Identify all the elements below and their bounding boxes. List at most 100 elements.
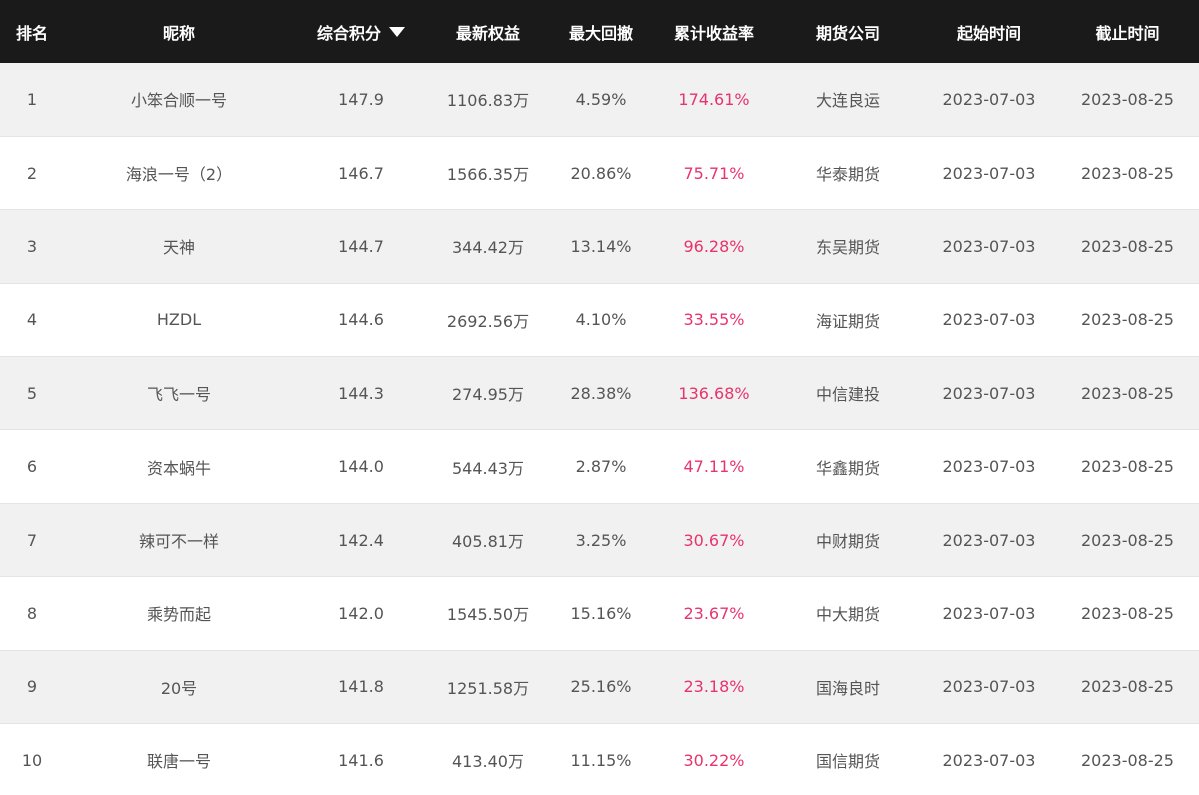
cell-score: 147.9	[294, 63, 428, 137]
header-score-label: 综合积分	[316, 23, 381, 43]
table-row[interactable]: 4 HZDL 144.6 2692.56万 4.10% 33.55% 海证期货 2023-07…	[0, 283, 1199, 358]
cell-nickname: 资本蜗牛	[64, 429, 294, 504]
table-row[interactable]: 7 辣可不一样 142.4 405.81万 3.25% 30.67% 中财期货 2023-07…	[0, 503, 1199, 578]
cell-nickname: 乘势而起	[64, 576, 294, 651]
cell-nickname: 20号	[64, 650, 294, 725]
header-nickname: 昵称	[162, 23, 195, 43]
chevron-down-icon[interactable]	[389, 27, 405, 37]
cell-drawdown: 15.16%	[548, 576, 654, 651]
table-row[interactable]: 10 联唐一号 141.6 413.40万 11.15% 30.22% 国信期货 2023-0…	[0, 723, 1199, 795]
cell-start-date: 2023-07-03	[922, 209, 1056, 284]
cell-rank: 5	[0, 356, 64, 431]
cell-company: 中财期货	[774, 503, 922, 578]
cell-start-date: 2023-07-03	[922, 576, 1056, 651]
cell-equity: 2692.56万	[428, 283, 548, 358]
cell-equity: 1106.83万	[428, 63, 548, 137]
header-equity: 最新权益	[455, 23, 520, 43]
cell-score: 144.7	[294, 209, 428, 284]
cell-end-date: 2023-08-25	[1056, 650, 1199, 725]
cell-end-date: 2023-08-25	[1056, 723, 1199, 795]
cell-score: 144.6	[294, 283, 428, 358]
cell-rank: 7	[0, 503, 64, 578]
cell-company: 国信期货	[774, 723, 922, 795]
cell-company: 中信建投	[774, 356, 922, 431]
cell-company: 华鑫期货	[774, 429, 922, 504]
cell-return-rate: 96.28%	[654, 209, 774, 284]
table-row[interactable]: 5 飞飞一号 144.3 274.95万 28.38% 136.68% 中信建投 2023-0…	[0, 356, 1199, 431]
cell-company: 华泰期货	[774, 136, 922, 211]
table-row[interactable]: 1 小笨合顺一号 147.9 1106.83万 4.59% 174.61% 大连良运 2023…	[0, 63, 1199, 137]
cell-return-rate: 33.55%	[654, 283, 774, 358]
cell-company: 国海良时	[774, 650, 922, 725]
table-body: 1 小笨合顺一号 147.9 1106.83万 4.59% 174.61% 大连良运 2023…	[0, 63, 1199, 795]
cell-end-date: 2023-08-25	[1056, 503, 1199, 578]
table-row[interactable]: 3 天神 144.7 344.42万 13.14% 96.28% 东吴期货 2023-07-0…	[0, 209, 1199, 284]
cell-rank: 2	[0, 136, 64, 211]
cell-end-date: 2023-08-25	[1056, 356, 1199, 431]
cell-nickname: 海浪一号（2）	[64, 136, 294, 211]
ranking-table-container: 排名 昵称 综合积分 最新权益 最大回撤 累计收益率 期货公司 起始时间 截止时…	[0, 0, 1199, 795]
cell-start-date: 2023-07-03	[922, 356, 1056, 431]
table-row[interactable]: 6 资本蜗牛 144.0 544.43万 2.87% 47.11% 华鑫期货 2023-07-…	[0, 429, 1199, 504]
header-score-sortable[interactable]: 综合积分	[294, 0, 428, 63]
cell-return-rate: 23.18%	[654, 650, 774, 725]
cell-return-rate: 174.61%	[654, 63, 774, 137]
cell-end-date: 2023-08-25	[1056, 429, 1199, 504]
cell-score: 144.3	[294, 356, 428, 431]
cell-nickname: 联唐一号	[64, 723, 294, 795]
cell-return-rate: 136.68%	[654, 356, 774, 431]
header-return-rate: 累计收益率	[673, 23, 754, 43]
cell-equity: 274.95万	[428, 356, 548, 431]
cell-equity: 544.43万	[428, 429, 548, 504]
cell-return-rate: 23.67%	[654, 576, 774, 651]
cell-start-date: 2023-07-03	[922, 650, 1056, 725]
cell-equity: 1566.35万	[428, 136, 548, 211]
cell-rank: 6	[0, 429, 64, 504]
cell-drawdown: 3.25%	[548, 503, 654, 578]
cell-start-date: 2023-07-03	[922, 429, 1056, 504]
cell-return-rate: 30.22%	[654, 723, 774, 795]
cell-drawdown: 11.15%	[548, 723, 654, 795]
cell-return-rate: 30.67%	[654, 503, 774, 578]
cell-drawdown: 25.16%	[548, 650, 654, 725]
cell-equity: 413.40万	[428, 723, 548, 795]
cell-company: 海证期货	[774, 283, 922, 358]
table-header: 排名 昵称 综合积分 最新权益 最大回撤 累计收益率 期货公司 起始时间 截止时…	[0, 0, 1199, 63]
cell-rank: 4	[0, 283, 64, 358]
cell-rank: 10	[0, 723, 64, 795]
cell-nickname: 小笨合顺一号	[64, 63, 294, 137]
cell-drawdown: 2.87%	[548, 429, 654, 504]
cell-drawdown: 28.38%	[548, 356, 654, 431]
cell-return-rate: 47.11%	[654, 429, 774, 504]
cell-drawdown: 4.59%	[548, 63, 654, 137]
cell-end-date: 2023-08-25	[1056, 136, 1199, 211]
cell-nickname: 飞飞一号	[64, 356, 294, 431]
cell-end-date: 2023-08-25	[1056, 63, 1199, 137]
cell-equity: 1545.50万	[428, 576, 548, 651]
cell-end-date: 2023-08-25	[1056, 209, 1199, 284]
header-company: 期货公司	[815, 23, 880, 43]
cell-rank: 9	[0, 650, 64, 725]
table-row[interactable]: 2 海浪一号（2） 146.7 1566.35万 20.86% 75.71% 华泰期货 202…	[0, 136, 1199, 211]
cell-end-date: 2023-08-25	[1056, 283, 1199, 358]
cell-score: 144.0	[294, 429, 428, 504]
cell-score: 141.8	[294, 650, 428, 725]
cell-rank: 1	[0, 63, 64, 137]
cell-rank: 8	[0, 576, 64, 651]
cell-start-date: 2023-07-03	[922, 503, 1056, 578]
cell-end-date: 2023-08-25	[1056, 576, 1199, 651]
cell-rank: 3	[0, 209, 64, 284]
cell-nickname: 辣可不一样	[64, 503, 294, 578]
cell-start-date: 2023-07-03	[922, 63, 1056, 137]
cell-drawdown: 13.14%	[548, 209, 654, 284]
cell-equity: 1251.58万	[428, 650, 548, 725]
ranking-table: 排名 昵称 综合积分 最新权益 最大回撤 累计收益率 期货公司 起始时间 截止时…	[0, 0, 1199, 795]
cell-equity: 344.42万	[428, 209, 548, 284]
cell-company: 大连良运	[774, 63, 922, 137]
table-row[interactable]: 9 20号 141.8 1251.58万 25.16% 23.18% 国海良时 2023-07…	[0, 650, 1199, 725]
cell-score: 141.6	[294, 723, 428, 795]
cell-score: 146.7	[294, 136, 428, 211]
table-row[interactable]: 8 乘势而起 142.0 1545.50万 15.16% 23.67% 中大期货 2023-0…	[0, 576, 1199, 651]
header-end: 截止时间	[1095, 23, 1160, 43]
cell-start-date: 2023-07-03	[922, 136, 1056, 211]
